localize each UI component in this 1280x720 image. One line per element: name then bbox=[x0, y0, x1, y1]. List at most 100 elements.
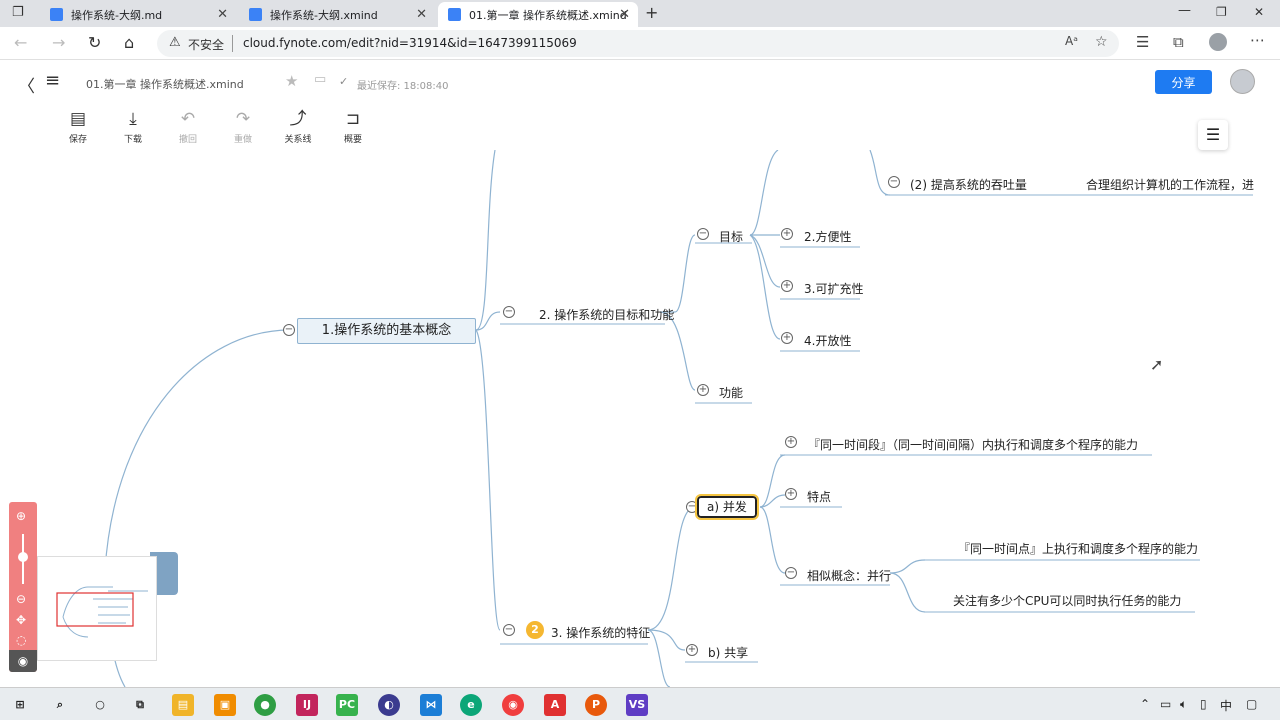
redo-button[interactable]: ↷ 重做 bbox=[223, 108, 263, 145]
edge-icon[interactable]: e bbox=[460, 694, 482, 716]
node-throughput-desc[interactable]: 合理组织计算机的工作流程，进 bbox=[1086, 176, 1254, 193]
undo-button[interactable]: ↶ 撤回 bbox=[168, 108, 208, 145]
node-feature[interactable]: 特点 bbox=[807, 488, 831, 505]
user-avatar[interactable] bbox=[1230, 69, 1255, 94]
collapse-toggle[interactable]: − bbox=[503, 624, 515, 636]
move-icon[interactable]: ✥ bbox=[16, 613, 26, 627]
close-icon[interactable]: ✕ bbox=[217, 7, 228, 22]
expand-toggle[interactable]: + bbox=[697, 384, 709, 396]
visual-studio-icon[interactable]: VS bbox=[626, 694, 648, 716]
zoom-control[interactable]: ⊕ ⊖ ✥ ◌ ◉ bbox=[9, 502, 37, 672]
expand-toggle[interactable]: + bbox=[781, 280, 793, 292]
chrome-icon[interactable]: ◉ bbox=[502, 694, 524, 716]
tab-1[interactable]: 操作系统-大纲.md ✕ bbox=[40, 2, 236, 27]
url-text[interactable]: cloud.fynote.com/edit?nid=31914&id=16473… bbox=[243, 36, 577, 50]
favorite-add-icon[interactable]: ☆ bbox=[1095, 34, 1108, 50]
tab-actions-icon[interactable]: ❐ bbox=[12, 5, 24, 20]
node-function[interactable]: 功能 bbox=[719, 384, 743, 401]
zoom-in-icon[interactable]: ⊕ bbox=[16, 509, 26, 523]
maximize-button[interactable]: ❐ bbox=[1216, 5, 1227, 19]
zoom-out-icon[interactable]: ⊖ bbox=[16, 592, 26, 606]
profile-avatar[interactable] bbox=[1209, 33, 1227, 51]
node-scalability[interactable]: 3.可扩充性 bbox=[804, 280, 863, 297]
fit-center-icon[interactable]: ◌ bbox=[16, 633, 26, 647]
collections-icon[interactable]: ⧉ bbox=[1173, 33, 1184, 51]
vscode-icon[interactable]: ⋈ bbox=[420, 694, 442, 716]
node-goal[interactable]: 目标 bbox=[719, 228, 743, 245]
share-button[interactable]: 分享 bbox=[1155, 70, 1212, 94]
download-button[interactable]: ⤓ 下载 bbox=[113, 108, 153, 145]
node-sharing[interactable]: b) 共享 bbox=[708, 644, 748, 661]
battery-icon[interactable]: ▯ bbox=[1200, 697, 1207, 711]
close-icon[interactable]: ✕ bbox=[619, 7, 630, 22]
cortana-icon[interactable]: ○ bbox=[89, 694, 111, 716]
back-arrow-icon[interactable]: 〈 bbox=[18, 72, 35, 97]
outline-toggle-button[interactable]: ☰ bbox=[1198, 120, 1228, 150]
tab-2[interactable]: 操作系统-大纲.xmind ✕ bbox=[239, 2, 435, 27]
more-icon[interactable]: ⋯ bbox=[1250, 31, 1265, 49]
node-openness[interactable]: 4.开放性 bbox=[804, 332, 851, 349]
mindmap-canvas[interactable]: − (2) 提高系统的吞吐量 合理组织计算机的工作流程，进 − 目标 + 2.方… bbox=[0, 150, 1280, 687]
network-icon[interactable]: ▭ bbox=[1160, 697, 1171, 711]
windows-start-icon[interactable]: ⊞ bbox=[9, 694, 31, 716]
expand-toggle[interactable]: + bbox=[686, 644, 698, 656]
node-concurrency[interactable]: a) 并发 bbox=[695, 494, 759, 520]
node-convenience[interactable]: 2.方便性 bbox=[804, 228, 851, 245]
collapse-toggle[interactable]: − bbox=[283, 324, 295, 336]
node-throughput[interactable]: (2) 提高系统的吞吐量 bbox=[910, 176, 1027, 193]
node-cpu-exec[interactable]: 关注有多少个CPU可以同时执行任务的能力 bbox=[953, 592, 1181, 609]
save-button[interactable]: ▤ 保存 bbox=[58, 108, 98, 145]
url-field[interactable]: ⚠ 不安全 cloud.fynote.com/edit?nid=31914&id… bbox=[157, 30, 1119, 57]
node-point-exec[interactable]: 『同一时间点』上执行和调度多个程序的能力 bbox=[958, 540, 1198, 557]
star-icon[interactable]: ★ bbox=[285, 72, 298, 90]
collapse-toggle[interactable]: − bbox=[785, 567, 797, 579]
refresh-icon[interactable]: ↻ bbox=[88, 33, 101, 52]
minimize-button[interactable]: — bbox=[1178, 3, 1191, 18]
collapse-toggle[interactable]: − bbox=[697, 228, 709, 240]
relation-line-button[interactable]: ⤴ 关系线 bbox=[278, 108, 318, 145]
app-icon[interactable]: ▣ bbox=[214, 694, 236, 716]
node-features[interactable]: 3. 操作系统的特征 bbox=[551, 624, 650, 641]
eye-icon[interactable]: ◉ bbox=[9, 650, 37, 672]
home-icon[interactable]: ⌂ bbox=[124, 33, 134, 52]
minimap[interactable] bbox=[37, 556, 157, 661]
intellij-icon[interactable]: IJ bbox=[296, 694, 318, 716]
expand-toggle[interactable]: + bbox=[785, 488, 797, 500]
expand-toggle[interactable]: + bbox=[781, 228, 793, 240]
notifications-icon[interactable]: ▢ bbox=[1246, 697, 1257, 711]
forward-icon[interactable]: → bbox=[52, 33, 65, 52]
security-label[interactable]: 不安全 bbox=[188, 36, 224, 53]
folder-icon[interactable]: ▭ bbox=[314, 72, 326, 87]
collapse-toggle[interactable]: − bbox=[503, 306, 515, 318]
node-period-exec[interactable]: 『同一时间段』（同一时间间隔）内执行和调度多个程序的能力 bbox=[808, 436, 1138, 453]
node-root[interactable]: 1.操作系统的基本概念 bbox=[297, 318, 476, 344]
volume-icon[interactable]: 🔈︎ bbox=[1180, 697, 1187, 712]
search-icon[interactable]: ⌕ bbox=[49, 694, 71, 716]
new-tab-button[interactable]: + bbox=[645, 3, 658, 22]
tab-3-active[interactable]: 01.第一章 操作系统概述.xmind ✕ bbox=[438, 2, 638, 27]
collapse-toggle[interactable]: − bbox=[888, 176, 900, 188]
favorites-icon[interactable]: ☰ bbox=[1136, 33, 1149, 51]
tray-chevron-icon[interactable]: ⌃ bbox=[1140, 697, 1150, 711]
task-view-icon[interactable]: ⧉ bbox=[129, 694, 151, 716]
expand-toggle[interactable]: + bbox=[781, 332, 793, 344]
close-window-button[interactable]: ✕ bbox=[1254, 5, 1264, 19]
node-parallel[interactable]: 相似概念：并行 bbox=[807, 567, 891, 584]
warning-icon[interactable]: ⚠ bbox=[169, 35, 181, 50]
app-icon[interactable]: ● bbox=[254, 694, 276, 716]
powerpoint-icon[interactable]: P bbox=[585, 694, 607, 716]
zoom-knob[interactable] bbox=[18, 552, 28, 562]
pdf-reader-icon[interactable]: A bbox=[544, 694, 566, 716]
eclipse-icon[interactable]: ◐ bbox=[378, 694, 400, 716]
summary-icon: ⊐ bbox=[345, 109, 361, 129]
menu-icon[interactable]: ≡ bbox=[45, 70, 60, 91]
summary-button[interactable]: ⊐ 概要 bbox=[333, 108, 373, 145]
input-language-indicator[interactable]: 中 bbox=[1220, 697, 1232, 714]
read-aloud-icon[interactable]: Aᵃ bbox=[1065, 34, 1078, 48]
close-icon[interactable]: ✕ bbox=[416, 7, 427, 22]
back-icon[interactable]: ← bbox=[14, 33, 27, 52]
pycharm-icon[interactable]: PC bbox=[336, 694, 358, 716]
node-goals-functions[interactable]: 2. 操作系统的目标和功能 bbox=[539, 306, 674, 323]
file-explorer-icon[interactable]: ▤ bbox=[172, 694, 194, 716]
expand-toggle[interactable]: + bbox=[785, 436, 797, 448]
